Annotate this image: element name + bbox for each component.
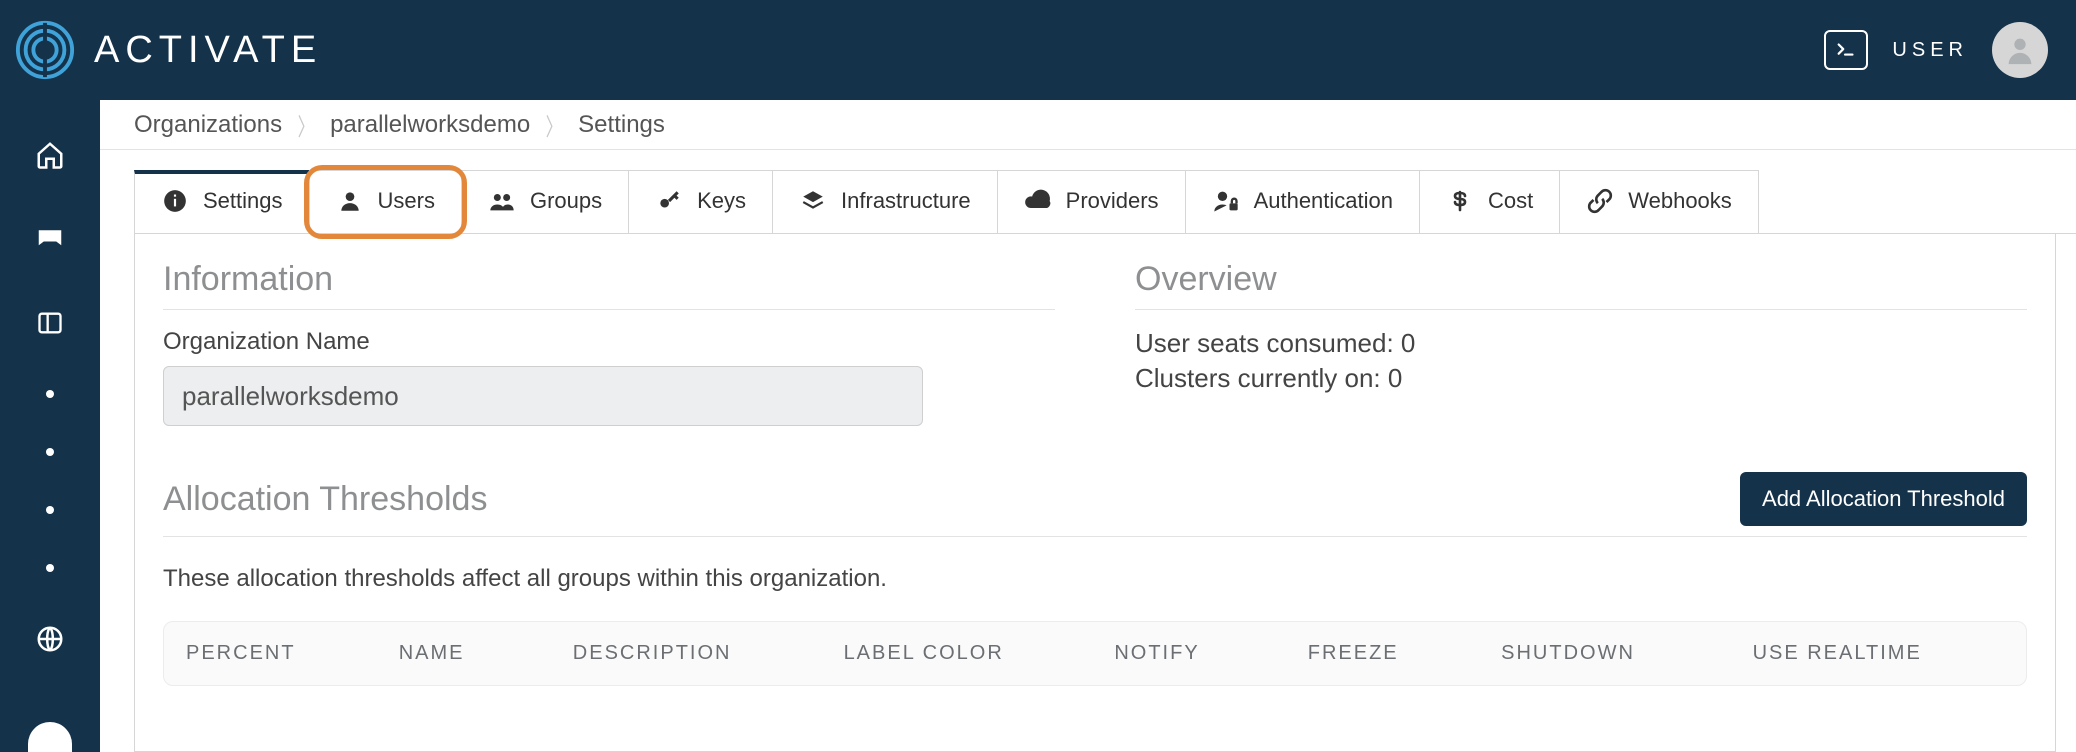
- breadcrumb-settings[interactable]: Settings: [578, 111, 665, 139]
- tab-webhooks[interactable]: Webhooks: [1559, 170, 1759, 233]
- overview-section: Overview User seats consumed: 0 Clusters…: [1135, 260, 2027, 426]
- col-notify: NOTIFY: [1114, 642, 1307, 665]
- allocation-description: These allocation thresholds affect all g…: [163, 565, 2027, 593]
- breadcrumb-organizations[interactable]: Organizations: [134, 111, 282, 139]
- topbar-right: USER: [1824, 22, 2048, 78]
- tab-label: Webhooks: [1628, 188, 1732, 214]
- tab-groups[interactable]: Groups: [461, 170, 629, 233]
- tab-providers[interactable]: Providers: [997, 170, 1186, 233]
- user-label: USER: [1892, 39, 1968, 62]
- tab-cost[interactable]: Cost: [1419, 170, 1560, 233]
- user-lock-icon: [1212, 187, 1240, 215]
- settings-panel: Information Organization Name Overview U…: [134, 234, 2056, 752]
- breadcrumb: Organizations 〉 parallelworksdemo 〉 Sett…: [100, 100, 2076, 150]
- overview-seats: User seats consumed: 0: [1135, 328, 2027, 359]
- tab-label: Providers: [1066, 188, 1159, 214]
- globe-icon[interactable]: [33, 622, 67, 656]
- org-name-label: Organization Name: [163, 328, 1055, 356]
- inbox-icon[interactable]: [33, 222, 67, 256]
- info-circle-icon: [161, 187, 189, 215]
- breadcrumb-org-name[interactable]: parallelworksdemo: [330, 111, 530, 139]
- link-icon: [1586, 187, 1614, 215]
- tab-settings[interactable]: Settings: [134, 170, 310, 233]
- tab-keys[interactable]: Keys: [628, 170, 773, 233]
- overview-clusters-label: Clusters currently on:: [1135, 363, 1381, 393]
- chevron-right-icon: 〉: [298, 107, 315, 142]
- sidebar-dot-4[interactable]: [46, 564, 54, 572]
- sidebar-dot-2[interactable]: [46, 448, 54, 456]
- tab-label: Keys: [697, 188, 746, 214]
- allocation-header: Allocation Thresholds Add Allocation Thr…: [163, 472, 2027, 537]
- tab-label: Users: [378, 188, 435, 214]
- tab-label: Groups: [530, 188, 602, 214]
- sidebar-dot-1[interactable]: [46, 390, 54, 398]
- tab-authentication[interactable]: Authentication: [1185, 170, 1420, 233]
- col-percent: PERCENT: [186, 642, 399, 665]
- sidebar-active-indicator: [28, 722, 72, 752]
- main: Organizations 〉 parallelworksdemo 〉 Sett…: [100, 100, 2076, 752]
- overview-seats-label: User seats consumed:: [1135, 328, 1394, 358]
- brand: ACTIVATE: [14, 19, 322, 81]
- information-section: Information Organization Name: [163, 260, 1055, 426]
- add-allocation-threshold-button[interactable]: Add Allocation Threshold: [1740, 472, 2027, 526]
- cloud-icon: [1024, 187, 1052, 215]
- home-icon[interactable]: [33, 138, 67, 172]
- dollar-icon: [1446, 187, 1474, 215]
- overview-clusters: Clusters currently on: 0: [1135, 363, 2027, 394]
- terminal-button[interactable]: [1824, 30, 1868, 70]
- overview-clusters-value: 0: [1388, 363, 1402, 393]
- layers-icon: [799, 187, 827, 215]
- overview-seats-value: 0: [1401, 328, 1415, 358]
- col-label-color: LABEL COLOR: [844, 642, 1115, 665]
- tab-label: Infrastructure: [841, 188, 971, 214]
- key-icon: [655, 187, 683, 215]
- sidebar-dot-3[interactable]: [46, 506, 54, 514]
- section-title-information: Information: [163, 260, 1055, 310]
- col-use-realtime: USE REALTIME: [1753, 642, 2004, 665]
- section-title-allocation: Allocation Thresholds: [163, 480, 487, 519]
- tabs: Settings Users Groups Keys: [134, 170, 2076, 234]
- org-name-field[interactable]: [163, 366, 923, 426]
- section-title-overview: Overview: [1135, 260, 2027, 310]
- tab-infrastructure[interactable]: Infrastructure: [772, 170, 998, 233]
- chevron-right-icon: 〉: [546, 107, 563, 142]
- users-icon: [488, 187, 516, 215]
- avatar[interactable]: [1992, 22, 2048, 78]
- panel-icon[interactable]: [33, 306, 67, 340]
- col-freeze: FREEZE: [1308, 642, 1501, 665]
- tab-label: Settings: [203, 188, 283, 214]
- brand-name: ACTIVATE: [94, 29, 322, 72]
- topbar: ACTIVATE USER: [0, 0, 2076, 100]
- col-name: NAME: [399, 642, 573, 665]
- col-shutdown: SHUTDOWN: [1501, 642, 1752, 665]
- col-description: DESCRIPTION: [573, 642, 844, 665]
- brand-logo-icon: [14, 19, 76, 81]
- tab-label: Cost: [1488, 188, 1533, 214]
- user-icon: [336, 187, 364, 215]
- tab-label: Authentication: [1254, 188, 1393, 214]
- allocation-table-header: PERCENT NAME DESCRIPTION LABEL COLOR NOT…: [163, 621, 2027, 686]
- sidebar: [0, 100, 100, 752]
- tab-users[interactable]: Users: [309, 170, 462, 233]
